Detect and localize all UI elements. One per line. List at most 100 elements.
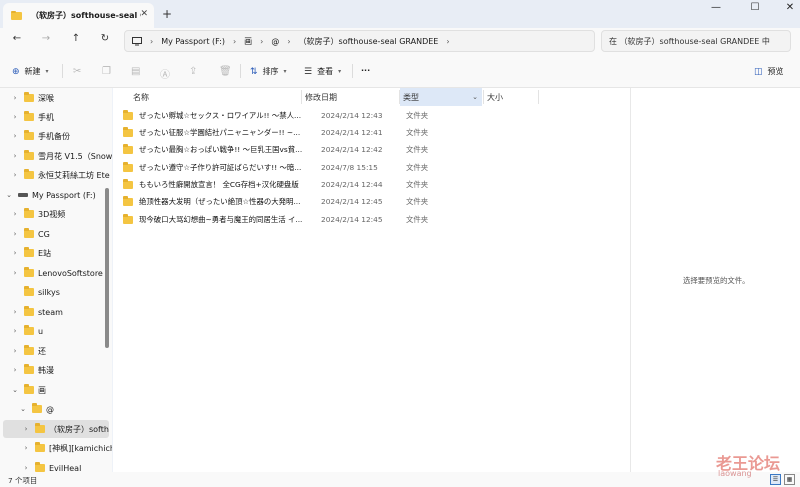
tree-item-label: 还 (38, 346, 46, 356)
chevron-down-icon[interactable]: ⌄ (18, 405, 28, 413)
tab-current[interactable]: （软房子）softhouse-seal GRANDEE ✕ (3, 3, 154, 28)
minimize-button[interactable]: — (704, 2, 728, 13)
details-view-button[interactable]: ☰ (770, 474, 781, 485)
chevron-right-icon[interactable]: › (10, 113, 20, 121)
tree-item[interactable]: › [神枫][kamichich (21, 439, 112, 457)
folder-icon (24, 286, 34, 296)
breadcrumb-at[interactable]: @ (271, 37, 279, 46)
close-window-button[interactable]: ✕ (778, 2, 800, 13)
maximize-button[interactable]: ☐ (743, 2, 767, 13)
chevron-down-icon[interactable]: ⌄ (472, 93, 478, 101)
rename-icon[interactable]: Ⓐ (160, 66, 170, 81)
preview-button[interactable]: ◫ 预览 (754, 66, 784, 77)
tree-item[interactable]: › CG (10, 225, 112, 243)
refresh-button[interactable]: ↻ (98, 33, 112, 44)
tree-item-label: CG (38, 229, 50, 239)
divider (62, 64, 63, 78)
divider (352, 64, 353, 78)
chevron-right-icon[interactable]: › (21, 425, 31, 433)
chevron-down-icon: ▾ (338, 68, 342, 75)
tree-item[interactable]: ⌄ @ (18, 400, 112, 418)
share-icon[interactable]: ⇪ (189, 66, 197, 77)
search-input[interactable]: 在 （软房子）softhouse-seal GRANDEE 中 (601, 30, 791, 52)
new-button[interactable]: ⊕ 新建 ▾ (12, 66, 49, 77)
file-row[interactable]: ぜったい征服☆学園結社パニャニャンダー!! ~... 2024/2/14 12:4… (123, 124, 603, 141)
file-row[interactable]: 现今破口大骂幻想曲~勇者与魔王的同居生活 イ... 2024/2/14 12:45… (123, 211, 603, 228)
paste-icon[interactable]: ▤ (131, 66, 140, 77)
tree-item[interactable]: › 3D视频 (10, 205, 112, 223)
delete-icon[interactable]: 🗑 (219, 66, 232, 77)
file-date: 2024/2/14 12:43 (321, 111, 383, 120)
tree-item[interactable]: silkys (10, 283, 112, 301)
up-button[interactable]: ↑ (69, 33, 83, 44)
chevron-right-icon[interactable]: › (21, 444, 31, 452)
chevron-right-icon[interactable]: › (10, 132, 20, 140)
tree-item[interactable]: › 韩漫 (10, 361, 112, 379)
chevron-right-icon[interactable]: › (10, 210, 20, 218)
folder-icon (24, 306, 34, 316)
chevron-right-icon[interactable]: › (10, 230, 20, 238)
tree-item[interactable]: › LenovoSoftstore (10, 264, 112, 282)
chevron-right-icon[interactable]: › (10, 249, 20, 257)
tree-item-label: 永恒艾莉絲工坊 Ete (38, 170, 110, 180)
chevron-right-icon[interactable]: › (10, 327, 20, 335)
file-row[interactable]: ぜったい孵城☆セックス・ロワイアル!! ～禁人... 2024/2/14 12:4… (123, 107, 603, 124)
column-header-date[interactable]: 修改日期 (302, 88, 399, 106)
tree-item[interactable]: › 还 (10, 342, 112, 360)
back-button[interactable]: ← (10, 33, 24, 44)
tree-item[interactable]: › steam (10, 303, 112, 321)
forward-button[interactable]: → (39, 33, 53, 44)
breadcrumb-separator: › (232, 36, 237, 46)
column-header-size[interactable]: 大小 (484, 88, 538, 106)
tree-item[interactable]: › EvilHeal (21, 459, 112, 472)
chevron-right-icon[interactable]: › (10, 347, 20, 355)
file-date: 2024/2/14 12:45 (321, 215, 383, 224)
chevron-down-icon[interactable]: ⌄ (10, 386, 20, 394)
chevron-right-icon[interactable]: › (21, 464, 31, 472)
new-tab-button[interactable]: + (162, 7, 172, 21)
tree-item[interactable]: › 手机 (10, 108, 112, 126)
chevron-right-icon[interactable]: › (10, 308, 20, 316)
breadcrumb-drive[interactable]: My Passport (F:) (161, 37, 225, 46)
tree-item-label: @ (46, 404, 54, 414)
column-header-type[interactable]: 类型 ⌄ (400, 88, 482, 106)
column-date-label: 修改日期 (305, 92, 337, 102)
tree-item-selected[interactable]: › （软房子）softh (3, 420, 109, 438)
tree-item[interactable]: › 深喉 (10, 89, 112, 107)
tree-item-label: 手机备份 (38, 131, 70, 141)
cut-icon[interactable]: ✂ (73, 66, 81, 77)
file-row[interactable]: ももいろ性癖開放宣言！ 全CG存档+汉化硬盘版 2024/2/14 12:44 文件… (123, 176, 603, 193)
column-divider[interactable] (538, 90, 539, 104)
tree-item[interactable]: › 永恒艾莉絲工坊 Ete (10, 166, 112, 184)
sort-button[interactable]: ⇅ 排序 ▾ (250, 66, 287, 77)
file-row[interactable]: ぜったい遵守☆子作り許可証ばらだいす!! ～暗... 2024/7/8 15:15… (123, 159, 603, 176)
tree-item-drive[interactable]: ⌄ My Passport (F:) (4, 186, 108, 204)
file-row[interactable]: 绝顶性器大发明（ぜったい絶頂☆性器の大発明... 2024/2/14 12:45 文… (123, 193, 603, 210)
breadcrumb-hua[interactable]: 画 (244, 36, 252, 47)
view-button[interactable]: ☰ 查看 ▾ (304, 66, 341, 77)
chevron-right-icon[interactable]: › (10, 94, 20, 102)
chevron-right-icon[interactable]: › (10, 366, 20, 374)
tree-item[interactable]: › E站 (10, 244, 112, 262)
tree-item-label: E站 (38, 248, 52, 258)
chevron-right-icon[interactable]: › (10, 269, 20, 277)
chevron-right-icon[interactable]: › (10, 152, 20, 160)
tree-item[interactable]: › 手机备份 (10, 127, 112, 145)
column-header-name[interactable]: 名称 (123, 88, 301, 106)
chevron-right-icon[interactable]: › (10, 171, 20, 179)
copy-icon[interactable]: ❐ (102, 66, 111, 77)
tree-item[interactable]: › 雪月花 V1.5（Snow (10, 147, 112, 165)
preview-pane: 选择要预览的文件。 (630, 88, 800, 472)
navigation-scrollbar[interactable] (105, 188, 109, 348)
tree-item[interactable]: ⌄ 画 (10, 381, 112, 399)
breadcrumb-current[interactable]: （软房子）softhouse-seal GRANDEE (299, 36, 439, 47)
chevron-down-icon[interactable]: ⌄ (4, 191, 14, 199)
address-bar[interactable]: › My Passport (F:) › 画 › @ › （软房子）softho… (124, 30, 595, 52)
tree-item-label: silkys (38, 287, 60, 297)
more-options-button[interactable]: ··· (361, 66, 370, 75)
tab-close-icon[interactable]: ✕ (140, 9, 148, 19)
folder-icon (24, 384, 34, 394)
tree-item[interactable]: › u (10, 322, 112, 340)
file-row[interactable]: ぜったい最胸☆おっぱい戦争!! ～巨乳王国vs貧... 2024/2/14 12:… (123, 141, 603, 158)
tiles-view-button[interactable]: ▦ (784, 474, 795, 485)
